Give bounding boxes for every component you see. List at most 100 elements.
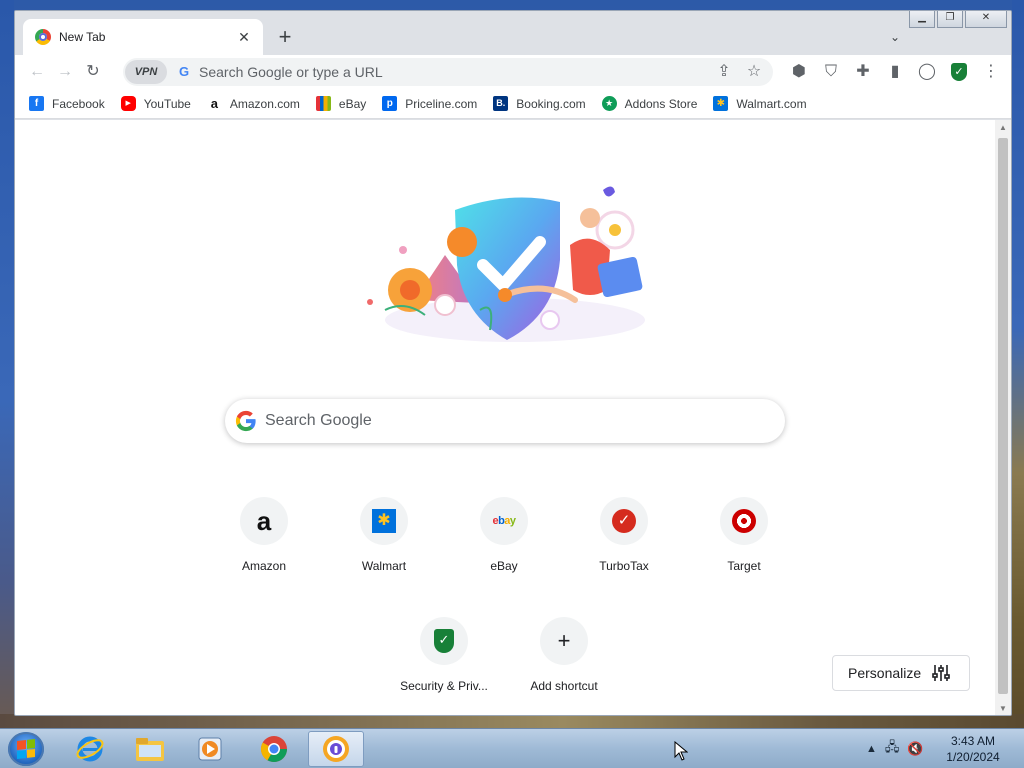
bookmark-booking[interactable]: B. Booking.com (493, 96, 586, 111)
bookmark-label: Booking.com (516, 96, 586, 111)
forward-arrow-icon[interactable]: → (51, 58, 79, 86)
browser-window: New Tab ✕ + ⌄ ▁ ❐ ✕ ← → ↻ VPN G Search G… (14, 10, 1012, 716)
plus-icon: + (557, 628, 571, 653)
volume-muted-icon[interactable]: 🔇 (907, 741, 923, 757)
bookmark-label: eBay (338, 96, 367, 111)
restore-window-button[interactable]: ❐ (937, 11, 963, 28)
bookmark-star-icon[interactable]: ☆ (741, 58, 767, 86)
network-icon[interactable]: 🖧 (885, 738, 900, 760)
shortcut-label: eBay (490, 559, 518, 573)
privacy-shield-icon[interactable]: ⛉ (817, 58, 845, 86)
system-tray: ▲ 🖧 🔇 (866, 729, 924, 768)
back-arrow-icon[interactable]: ← (23, 58, 51, 86)
bookmark-addons-store[interactable]: ★ Addons Store (601, 96, 697, 111)
personalize-button[interactable]: Personalize (832, 655, 970, 691)
google-search-box[interactable]: Search Google (225, 399, 785, 443)
start-button[interactable] (8, 732, 44, 766)
close-window-button[interactable]: ✕ (965, 11, 1007, 28)
tab-strip: New Tab ✕ + ⌄ ▁ ❐ ✕ (15, 11, 1011, 55)
bookmark-youtube[interactable]: ▶ YouTube (120, 96, 191, 111)
sliders-icon (932, 665, 950, 681)
shortcut-icon-circle: + (540, 617, 588, 665)
priceline-icon: p (382, 96, 398, 111)
target-icon (732, 509, 756, 533)
page-scrollbar[interactable]: ▲ ▼ (995, 120, 1011, 715)
verified-badge-icon[interactable]: ⬢ (785, 58, 813, 86)
mouse-cursor-icon (674, 741, 688, 761)
add-shortcut-button[interactable]: + Add shortcut (508, 617, 620, 715)
shortcut-amazon[interactable]: a Amazon (208, 497, 320, 597)
personalize-label: Personalize (848, 665, 922, 681)
bookmark-label: YouTube (143, 96, 191, 111)
amazon-icon: a (206, 96, 222, 111)
shortcut-icon-circle: ✱ (360, 497, 408, 545)
vpn-icon[interactable]: VPN (125, 60, 167, 84)
bookmark-amazon[interactable]: a Amazon.com (206, 96, 300, 111)
taskbar-media-player[interactable] (182, 731, 238, 767)
new-tab-button[interactable]: + (271, 24, 299, 52)
security-shield-icon: ✓ (434, 629, 454, 653)
puzzle-extensions-icon[interactable]: ✚ (849, 58, 877, 86)
shortcut-label: TurboTax (599, 559, 649, 573)
booking-icon: B. (493, 96, 509, 111)
taskbar-internet-explorer[interactable] (62, 731, 118, 767)
taskbar-secure-browser[interactable] (308, 731, 364, 767)
browser-logo-icon (35, 29, 51, 45)
shortcut-ebay[interactable]: ebay eBay (448, 497, 560, 597)
tab-title: New Tab (59, 30, 106, 44)
bookmark-facebook[interactable]: f Facebook (29, 96, 105, 111)
new-tab-page: Search Google a Amazon ✱ Walmart ebay eB… (15, 120, 997, 715)
facebook-icon: f (29, 96, 44, 111)
walmart-icon: ✱ (713, 96, 729, 111)
shortcut-security-privacy[interactable]: ✓ Security & Priv... (388, 617, 500, 715)
shortcut-target[interactable]: Target (688, 497, 800, 597)
youtube-icon: ▶ (120, 96, 136, 111)
desktop-background-right (1012, 0, 1024, 728)
shortcut-label: Walmart (361, 559, 407, 573)
reload-icon[interactable]: ↻ (79, 58, 107, 86)
scroll-down-arrow-icon[interactable]: ▼ (995, 701, 1011, 715)
taskbar-clock[interactable]: 3:43 AM 1/20/2024 (936, 733, 1010, 765)
profile-avatar-icon[interactable]: ◯ (913, 58, 941, 86)
google-g-icon: G (178, 64, 190, 79)
walmart-icon: ✱ (372, 509, 396, 533)
shortcut-icon-circle: ebay (480, 497, 528, 545)
shortcut-walmart[interactable]: ✱ Walmart (328, 497, 440, 597)
taskbar-chrome[interactable] (246, 731, 302, 767)
bookmark-priceline[interactable]: p Priceline.com (382, 96, 477, 111)
taskbar-file-explorer[interactable] (122, 731, 178, 767)
internet-explorer-icon (76, 736, 104, 762)
bookmark-walmart[interactable]: ✱ Walmart.com (713, 96, 807, 111)
folder-icon (136, 738, 164, 761)
scrollbar-thumb[interactable] (998, 138, 1008, 694)
bookmark-ebay[interactable]: eBay (315, 96, 367, 111)
shortcut-icon-circle: ✓ (600, 497, 648, 545)
shortcut-turbotax[interactable]: ✓ TurboTax (568, 497, 680, 597)
window-controls: ▁ ❐ ✕ (909, 11, 1007, 28)
search-input[interactable]: Search Google (265, 412, 372, 430)
share-icon[interactable]: ⇪ (711, 58, 737, 86)
desktop-background-left (0, 0, 14, 728)
address-bar[interactable]: VPN G Search Google or type a URL ⇪ ☆ (123, 58, 773, 86)
menu-kebab-icon[interactable]: ⋮ (977, 58, 1005, 86)
tab-search-chevron-icon[interactable]: ⌄ (883, 25, 907, 49)
media-player-icon (198, 737, 222, 761)
shortcut-icon-circle: a (240, 497, 288, 545)
secure-browser-icon (323, 736, 349, 762)
close-tab-icon[interactable]: ✕ (235, 28, 253, 46)
addons-store-icon: ★ (601, 96, 617, 111)
amazon-icon: a (256, 506, 272, 536)
ebay-icon (315, 96, 331, 111)
security-extension-shield-icon[interactable]: ✓ (945, 58, 973, 86)
minimize-window-button[interactable]: ▁ (909, 11, 935, 28)
ebay-icon: ebay (492, 515, 516, 527)
bookmark-label: Facebook (52, 96, 105, 111)
address-input[interactable]: Search Google or type a URL (199, 64, 711, 80)
browser-toolbar: ← → ↻ VPN G Search Google or type a URL … (15, 55, 1011, 89)
tab-new-tab[interactable]: New Tab ✕ (23, 19, 263, 55)
shortcut-label: Amazon (241, 559, 287, 573)
chrome-icon (260, 736, 288, 763)
scroll-up-arrow-icon[interactable]: ▲ (995, 120, 1011, 136)
show-hidden-icons-chevron-icon[interactable]: ▲ (866, 743, 877, 755)
side-panel-icon[interactable]: ▮ (881, 58, 909, 86)
